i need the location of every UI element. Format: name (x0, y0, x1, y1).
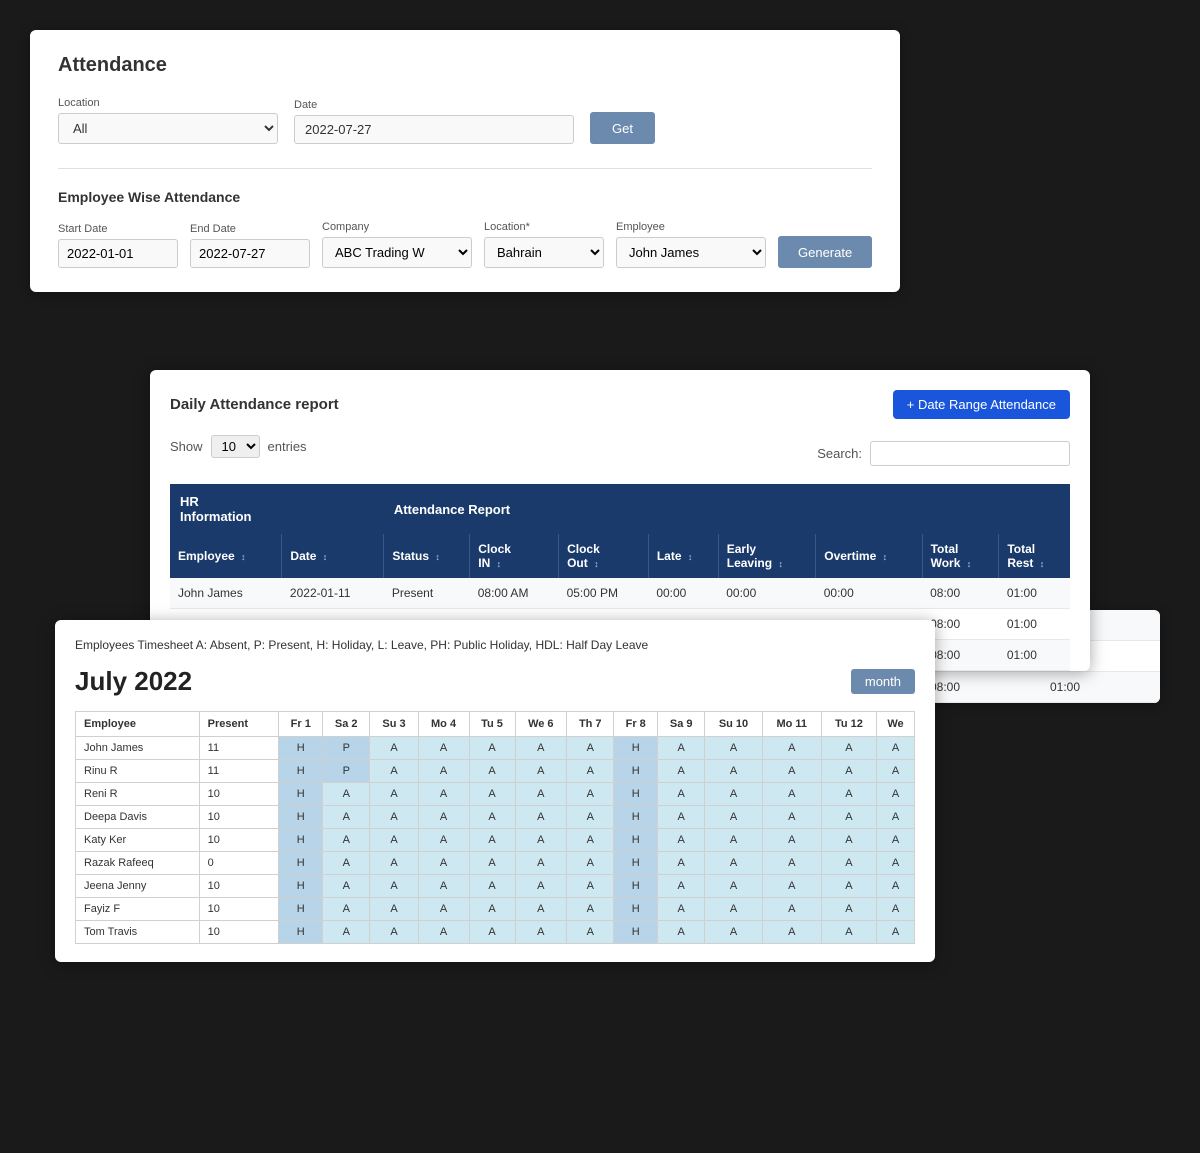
sort-clockout-icon[interactable]: ↕ (594, 559, 599, 569)
list-item: Katy Ker10HAAAAAAHAAAAA (76, 829, 915, 852)
month-button[interactable]: month (851, 669, 915, 694)
timesheet-legend: Employees Timesheet A: Absent, P: Presen… (75, 638, 915, 652)
th-early-leaving: EarlyLeaving ↕ (718, 534, 815, 578)
th-total-rest: TotalRest ↕ (999, 534, 1070, 578)
company-group: Company ABC Trading W (322, 221, 472, 268)
th-employee: Employee ↕ (170, 534, 282, 578)
sort-totalrest-icon[interactable]: ↕ (1040, 559, 1045, 569)
col-group-hr: HRInformation (170, 484, 384, 534)
date-input[interactable] (294, 115, 574, 144)
date-range-button[interactable]: + Date Range Attendance (893, 390, 1070, 419)
list-item: Razak Rafeeq0HAAAAAAHAAAAA (76, 852, 915, 875)
attendance-title: Attendance (58, 54, 872, 77)
end-date-label: End Date (190, 223, 310, 235)
daily-title: Daily Attendance report (170, 396, 339, 413)
attendance-card: Attendance Location All Date Get Employe… (30, 30, 900, 292)
get-button[interactable]: Get (590, 112, 655, 144)
timesheet-month-title: July 2022 (75, 666, 192, 697)
start-date-input[interactable] (58, 239, 178, 268)
employee-group: Employee John James (616, 221, 766, 268)
location-select[interactable]: All (58, 113, 278, 144)
list-item: Jeena Jenny10HAAAAAAHAAAAA (76, 875, 915, 898)
table-row: John James2022-01-11Present08:00 AM05:00… (170, 578, 1070, 609)
table-controls: Show 10 25 50 entries Search: (170, 435, 1070, 472)
company-label: Company (322, 221, 472, 233)
th-overtime: Overtime ↕ (816, 534, 922, 578)
table-row: 08:0001:00 (920, 672, 1160, 703)
employee-wise-title: Employee Wise Attendance (58, 189, 872, 205)
sort-employee-icon[interactable]: ↕ (241, 552, 246, 562)
location-group: Location All (58, 97, 278, 144)
timesheet-table: EmployeePresentFr 1Sa 2Su 3Mo 4Tu 5We 6T… (75, 711, 915, 944)
divider (58, 168, 872, 169)
th-clock-in: ClockIN ↕ (470, 534, 559, 578)
generate-button[interactable]: Generate (778, 236, 872, 268)
list-item: John James11HPAAAAAHAAAAA (76, 737, 915, 760)
filter-row-1: Location All Date Get (58, 97, 872, 144)
end-date-input[interactable] (190, 239, 310, 268)
th-date: Date ↕ (282, 534, 384, 578)
list-item: Fayiz F10HAAAAAAHAAAAA (76, 898, 915, 921)
list-item: Rinu R11HPAAAAAHAAAAA (76, 760, 915, 783)
sort-date-icon[interactable]: ↕ (323, 552, 328, 562)
date-group: Date (294, 99, 574, 144)
sort-status-icon[interactable]: ↕ (435, 552, 440, 562)
timesheet-card: Employees Timesheet A: Absent, P: Presen… (55, 620, 935, 962)
search-row: Search: (817, 441, 1070, 466)
location2-select[interactable]: Bahrain (484, 237, 604, 268)
end-date-group: End Date (190, 223, 310, 268)
sort-totalwork-icon[interactable]: ↕ (967, 559, 972, 569)
location2-group: Location* Bahrain (484, 221, 604, 268)
company-select[interactable]: ABC Trading W (322, 237, 472, 268)
list-item: Reni R10HAAAAAAHAAAAA (76, 783, 915, 806)
location-label: Location (58, 97, 278, 109)
start-date-group: Start Date (58, 223, 178, 268)
th-status: Status ↕ (384, 534, 470, 578)
start-date-label: Start Date (58, 223, 178, 235)
entries-label: entries (268, 439, 307, 454)
timesheet-header: July 2022 month (75, 666, 915, 697)
sort-late-icon[interactable]: ↕ (688, 552, 693, 562)
filter-row-2: Start Date End Date Company ABC Trading … (58, 221, 872, 268)
date-label: Date (294, 99, 574, 111)
employee-select[interactable]: John James (616, 237, 766, 268)
daily-header: Daily Attendance report + Date Range Att… (170, 390, 1070, 419)
show-entries: Show 10 25 50 entries (170, 435, 307, 458)
col-group-attendance: Attendance Report (384, 484, 1070, 534)
sort-clockin-icon[interactable]: ↕ (497, 559, 502, 569)
th-late: Late ↕ (648, 534, 718, 578)
search-input[interactable] (870, 441, 1070, 466)
sort-overtime-icon[interactable]: ↕ (883, 552, 888, 562)
search-label: Search: (817, 446, 862, 461)
show-label: Show (170, 439, 203, 454)
list-item: Deepa Davis10HAAAAAAHAAAAA (76, 806, 915, 829)
th-total-work: TotalWork ↕ (922, 534, 999, 578)
employee-label: Employee (616, 221, 766, 233)
th-clock-out: ClockOut ↕ (559, 534, 649, 578)
sort-earlyleaving-icon[interactable]: ↕ (778, 559, 783, 569)
entries-select[interactable]: 10 25 50 (211, 435, 260, 458)
location2-label: Location* (484, 221, 604, 233)
list-item: Tom Travis10HAAAAAAHAAAAA (76, 921, 915, 944)
